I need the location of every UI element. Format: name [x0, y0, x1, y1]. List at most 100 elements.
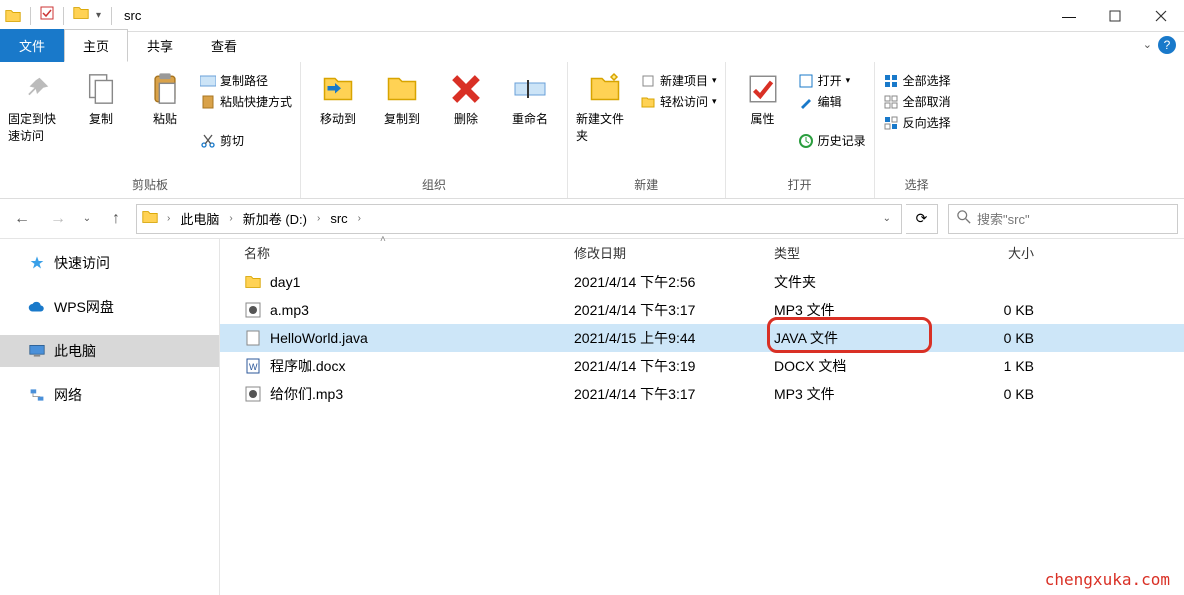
ribbon-group-new: 新建文件夹 新建项目 ▾ 轻松访问 ▾ 新建 [568, 62, 726, 198]
file-name: a.mp3 [270, 302, 309, 318]
breadcrumb-sep[interactable]: › [225, 213, 236, 224]
qat-checkbox-icon[interactable] [39, 5, 55, 26]
file-size: 0 KB [944, 386, 1034, 402]
file-date: 2021/4/14 下午3:17 [574, 300, 774, 320]
group-label-open: 打开 [734, 173, 866, 198]
new-folder-button[interactable]: 新建文件夹 [576, 70, 634, 144]
sidebar-item-this-pc[interactable]: 此电脑 [0, 335, 219, 367]
copy-path-button[interactable]: 复制路径 [200, 72, 292, 89]
pin-button[interactable]: 固定到快速访问 [8, 70, 66, 144]
cut-button[interactable]: 剪切 [200, 132, 292, 149]
sidebar-item-network[interactable]: 网络 [0, 379, 219, 411]
properties-button[interactable]: 属性 [734, 70, 792, 127]
easy-access-button[interactable]: 轻松访问 ▾ [640, 93, 717, 110]
file-date: 2021/4/15 上午9:44 [574, 328, 774, 348]
easy-access-icon [640, 94, 656, 110]
history-icon [798, 133, 814, 149]
breadcrumb-sep[interactable]: › [313, 213, 324, 224]
file-row[interactable]: W程序咖.docx2021/4/14 下午3:19DOCX 文档1 KB [220, 352, 1184, 380]
group-label-new: 新建 [576, 173, 717, 198]
new-item-button[interactable]: 新建项目 ▾ [640, 72, 717, 89]
maximize-button[interactable] [1092, 0, 1138, 32]
sidebar-item-wps[interactable]: WPS网盘 [0, 291, 219, 323]
ribbon-expand-icon[interactable]: ⌄ [1143, 38, 1152, 51]
paste-shortcut-button[interactable]: 粘贴快捷方式 [200, 93, 292, 110]
file-name: 程序咖.docx [270, 356, 345, 376]
pc-icon [28, 342, 46, 360]
copy-to-button[interactable]: 复制到 [373, 70, 431, 127]
qat-folder-icon[interactable] [72, 4, 90, 27]
file-type: MP3 文件 [774, 300, 944, 320]
watermark: chengxuka.com [1045, 570, 1170, 589]
tab-file[interactable]: 文件 [0, 29, 64, 62]
move-to-icon [319, 70, 357, 108]
copy-to-icon [383, 70, 421, 108]
invert-icon [883, 115, 899, 131]
select-all-icon [883, 73, 899, 89]
paste-shortcut-icon [200, 94, 216, 110]
history-button[interactable]: 历史记录 [798, 132, 866, 149]
refresh-button[interactable]: ⟳ [906, 204, 938, 234]
sidebar-item-quick-access[interactable]: 快速访问 [0, 247, 219, 279]
col-header-type[interactable]: 类型 [774, 243, 944, 262]
help-icon[interactable]: ? [1158, 36, 1176, 54]
tab-share[interactable]: 共享 [128, 29, 192, 62]
select-none-button[interactable]: 全部取消 [883, 93, 951, 110]
minimize-button[interactable]: — [1046, 0, 1092, 32]
open-button[interactable]: 打开 ▾ [798, 72, 866, 89]
select-none-icon [883, 94, 899, 110]
tab-home[interactable]: 主页 [64, 29, 128, 62]
recent-dropdown[interactable]: ⌄ [78, 205, 96, 233]
paste-label: 粘贴 [153, 110, 177, 127]
copy-path-icon [200, 73, 216, 89]
list-header: 名称˄ 修改日期 类型 大小 [220, 239, 1184, 268]
invert-selection-button[interactable]: 反向选择 [883, 114, 951, 131]
svg-text:W: W [249, 362, 258, 372]
col-header-size[interactable]: 大小 [944, 243, 1034, 262]
paste-icon [146, 70, 184, 108]
close-button[interactable] [1138, 0, 1184, 32]
address-bar[interactable]: › 此电脑 › 新加卷 (D:) › src › ⌄ [136, 204, 902, 234]
rename-button[interactable]: 重命名 [501, 70, 559, 127]
file-row[interactable]: a.mp32021/4/14 下午3:17MP3 文件0 KB [220, 296, 1184, 324]
divider [63, 7, 64, 25]
tab-view[interactable]: 查看 [192, 29, 256, 62]
file-icon [244, 273, 262, 291]
delete-button[interactable]: 删除 [437, 70, 495, 127]
file-type: DOCX 文档 [774, 356, 944, 376]
quick-access-toolbar: ▾ [0, 0, 120, 31]
breadcrumb-sep[interactable]: › [354, 213, 365, 224]
copy-button[interactable]: 复制 [72, 70, 130, 127]
content-pane: 快速访问 WPS网盘 此电脑 网络 名称˄ 修改日期 类型 大小 day1 202… [0, 239, 1184, 595]
cloud-icon [28, 298, 46, 316]
up-button[interactable]: ↑ [100, 205, 132, 233]
file-row[interactable]: day12021/4/14 下午2:56文件夹 [220, 268, 1184, 296]
window-title: src [120, 8, 141, 23]
move-to-button[interactable]: 移动到 [309, 70, 367, 127]
col-header-name[interactable]: 名称˄ [244, 243, 574, 262]
edit-button[interactable]: 编辑 [798, 93, 866, 110]
qat-dropdown-icon[interactable]: ▾ [94, 10, 103, 21]
breadcrumb-1[interactable]: 新加卷 (D:) [241, 209, 309, 228]
titlebar: ▾ src — [0, 0, 1184, 32]
paste-button[interactable]: 粘贴 [136, 70, 194, 127]
star-icon [28, 254, 46, 272]
file-row[interactable]: HelloWorld.java2021/4/15 上午9:44JAVA 文件0 … [220, 324, 1184, 352]
search-box[interactable]: 搜索"src" [948, 204, 1178, 234]
file-name: HelloWorld.java [270, 330, 368, 346]
col-header-date[interactable]: 修改日期 [574, 243, 774, 262]
file-name: day1 [270, 274, 300, 290]
file-date: 2021/4/14 下午3:17 [574, 384, 774, 404]
address-dropdown-icon[interactable]: ⌄ [877, 213, 897, 224]
back-button[interactable]: ← [6, 205, 38, 233]
forward-button[interactable]: → [42, 205, 74, 233]
breadcrumb-2[interactable]: src [328, 211, 349, 226]
select-all-button[interactable]: 全部选择 [883, 72, 951, 89]
file-date: 2021/4/14 下午2:56 [574, 272, 774, 292]
ribbon-group-clipboard: 固定到快速访问 复制 粘贴 复制路径 粘贴快捷方式 剪切 剪贴板 [0, 62, 301, 198]
file-row[interactable]: 给你们.mp32021/4/14 下午3:17MP3 文件0 KB [220, 380, 1184, 408]
file-date: 2021/4/14 下午3:19 [574, 356, 774, 376]
divider [111, 7, 112, 25]
breadcrumb-sep[interactable]: › [163, 213, 174, 224]
breadcrumb-0[interactable]: 此电脑 [178, 209, 221, 228]
